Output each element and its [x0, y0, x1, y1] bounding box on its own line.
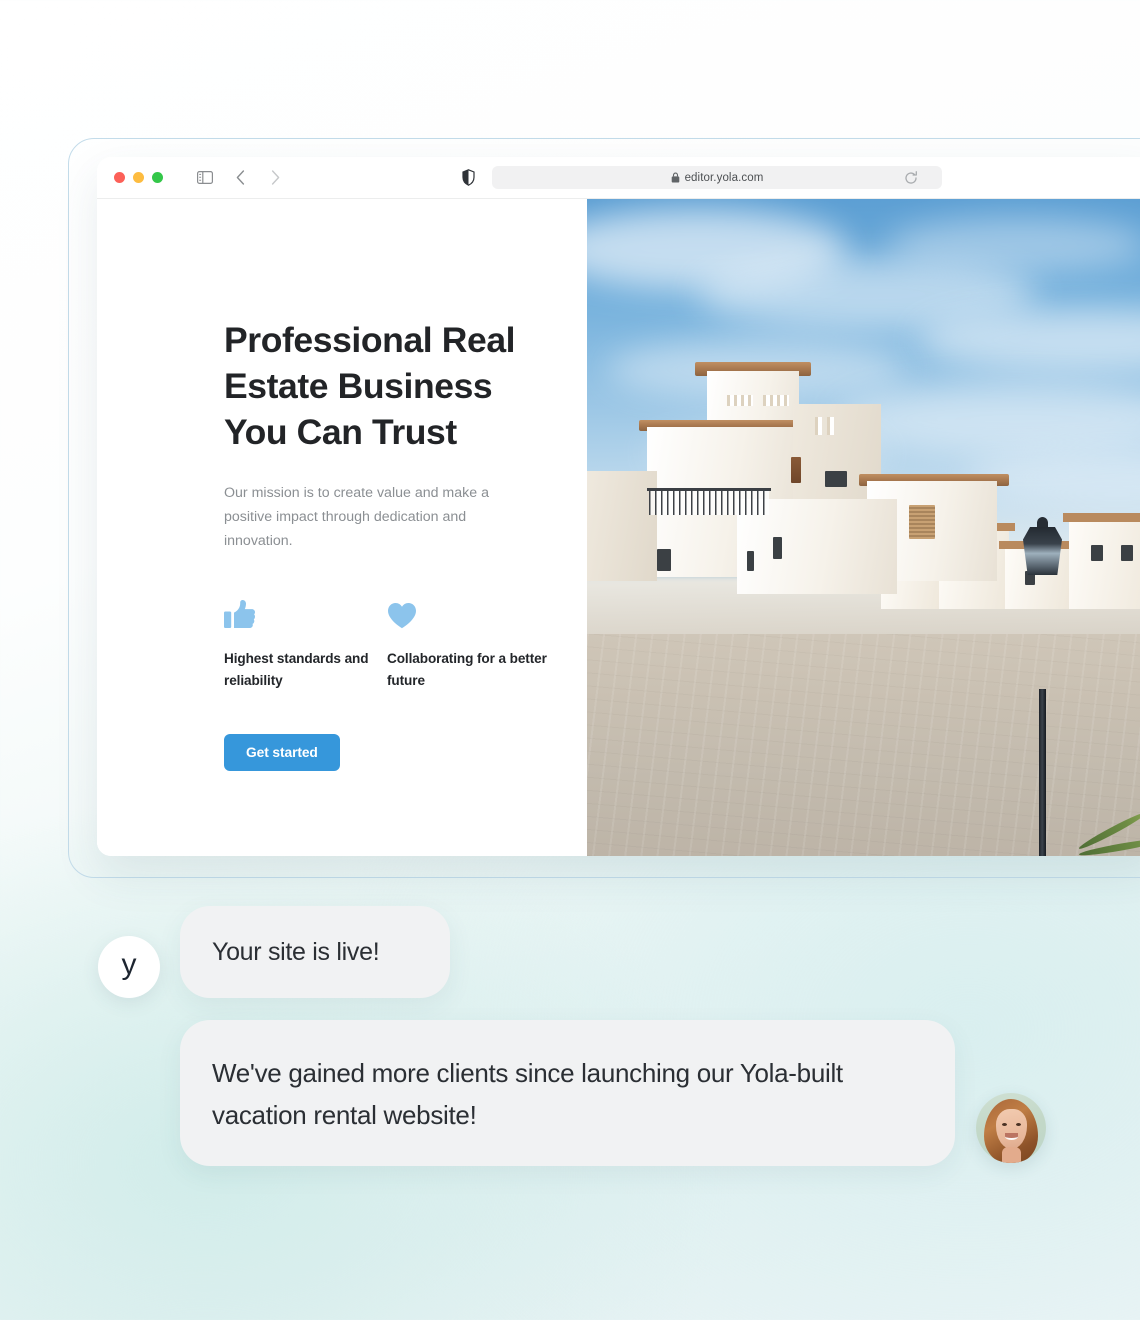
shield-icon[interactable]	[462, 169, 475, 186]
address-bar-url: editor.yola.com	[684, 171, 764, 184]
chat-bubble-site-live: Your site is live!	[180, 906, 450, 998]
get-started-button[interactable]: Get started	[224, 734, 340, 771]
close-window-button[interactable]	[114, 172, 125, 183]
avatar-neck	[1002, 1147, 1021, 1163]
lamppost-pole	[1039, 689, 1046, 856]
forward-chevron-right-icon[interactable]	[266, 169, 284, 187]
client-avatar	[976, 1093, 1046, 1163]
browser-window: editor.yola.com Professional Real Estate…	[97, 157, 1140, 856]
lock-icon	[671, 172, 680, 183]
heart-icon	[387, 597, 550, 629]
thumbs-up-icon	[224, 597, 387, 629]
hero-text-column: Professional Real Estate Business You Ca…	[97, 199, 587, 856]
chat-bubble-testimonial: We've gained more clients since launchin…	[180, 1020, 955, 1166]
hero-feature-row: Highest standards and reliability Collab…	[224, 597, 587, 692]
cloud-shape	[837, 384, 1140, 454]
cloud-shape	[887, 217, 1140, 272]
hero-headline: Professional Real Estate Business You Ca…	[224, 320, 516, 452]
reload-icon[interactable]	[904, 170, 918, 185]
window-traffic-lights[interactable]	[114, 172, 163, 183]
browser-toolbar: editor.yola.com	[97, 157, 1140, 199]
address-bar[interactable]: editor.yola.com	[492, 166, 942, 189]
hero-subtitle: Our mission is to create value and make …	[224, 485, 489, 549]
feature-item-standards: Highest standards and reliability	[224, 597, 387, 692]
sidebar-toggle-icon[interactable]	[196, 169, 214, 187]
avatar-eye	[1016, 1123, 1021, 1126]
back-chevron-left-icon[interactable]	[231, 169, 249, 187]
feature-item-collaborating: Collaborating for a better future	[387, 597, 550, 692]
browser-nav-group	[196, 169, 284, 187]
lamppost-lantern	[1023, 527, 1062, 575]
maximize-window-button[interactable]	[152, 172, 163, 183]
feature-label-standards: Highest standards and reliability	[224, 651, 369, 688]
paved-road	[587, 634, 1140, 856]
minimize-window-button[interactable]	[133, 172, 144, 183]
avatar-eye	[1002, 1123, 1007, 1126]
website-preview-canvas: Professional Real Estate Business You Ca…	[97, 199, 1140, 856]
avatar-smile	[1005, 1133, 1018, 1140]
hero-image	[587, 199, 1140, 856]
road-paving-texture	[587, 634, 1140, 856]
feature-label-collaborating: Collaborating for a better future	[387, 651, 547, 688]
yola-brand-avatar: y	[98, 936, 160, 998]
